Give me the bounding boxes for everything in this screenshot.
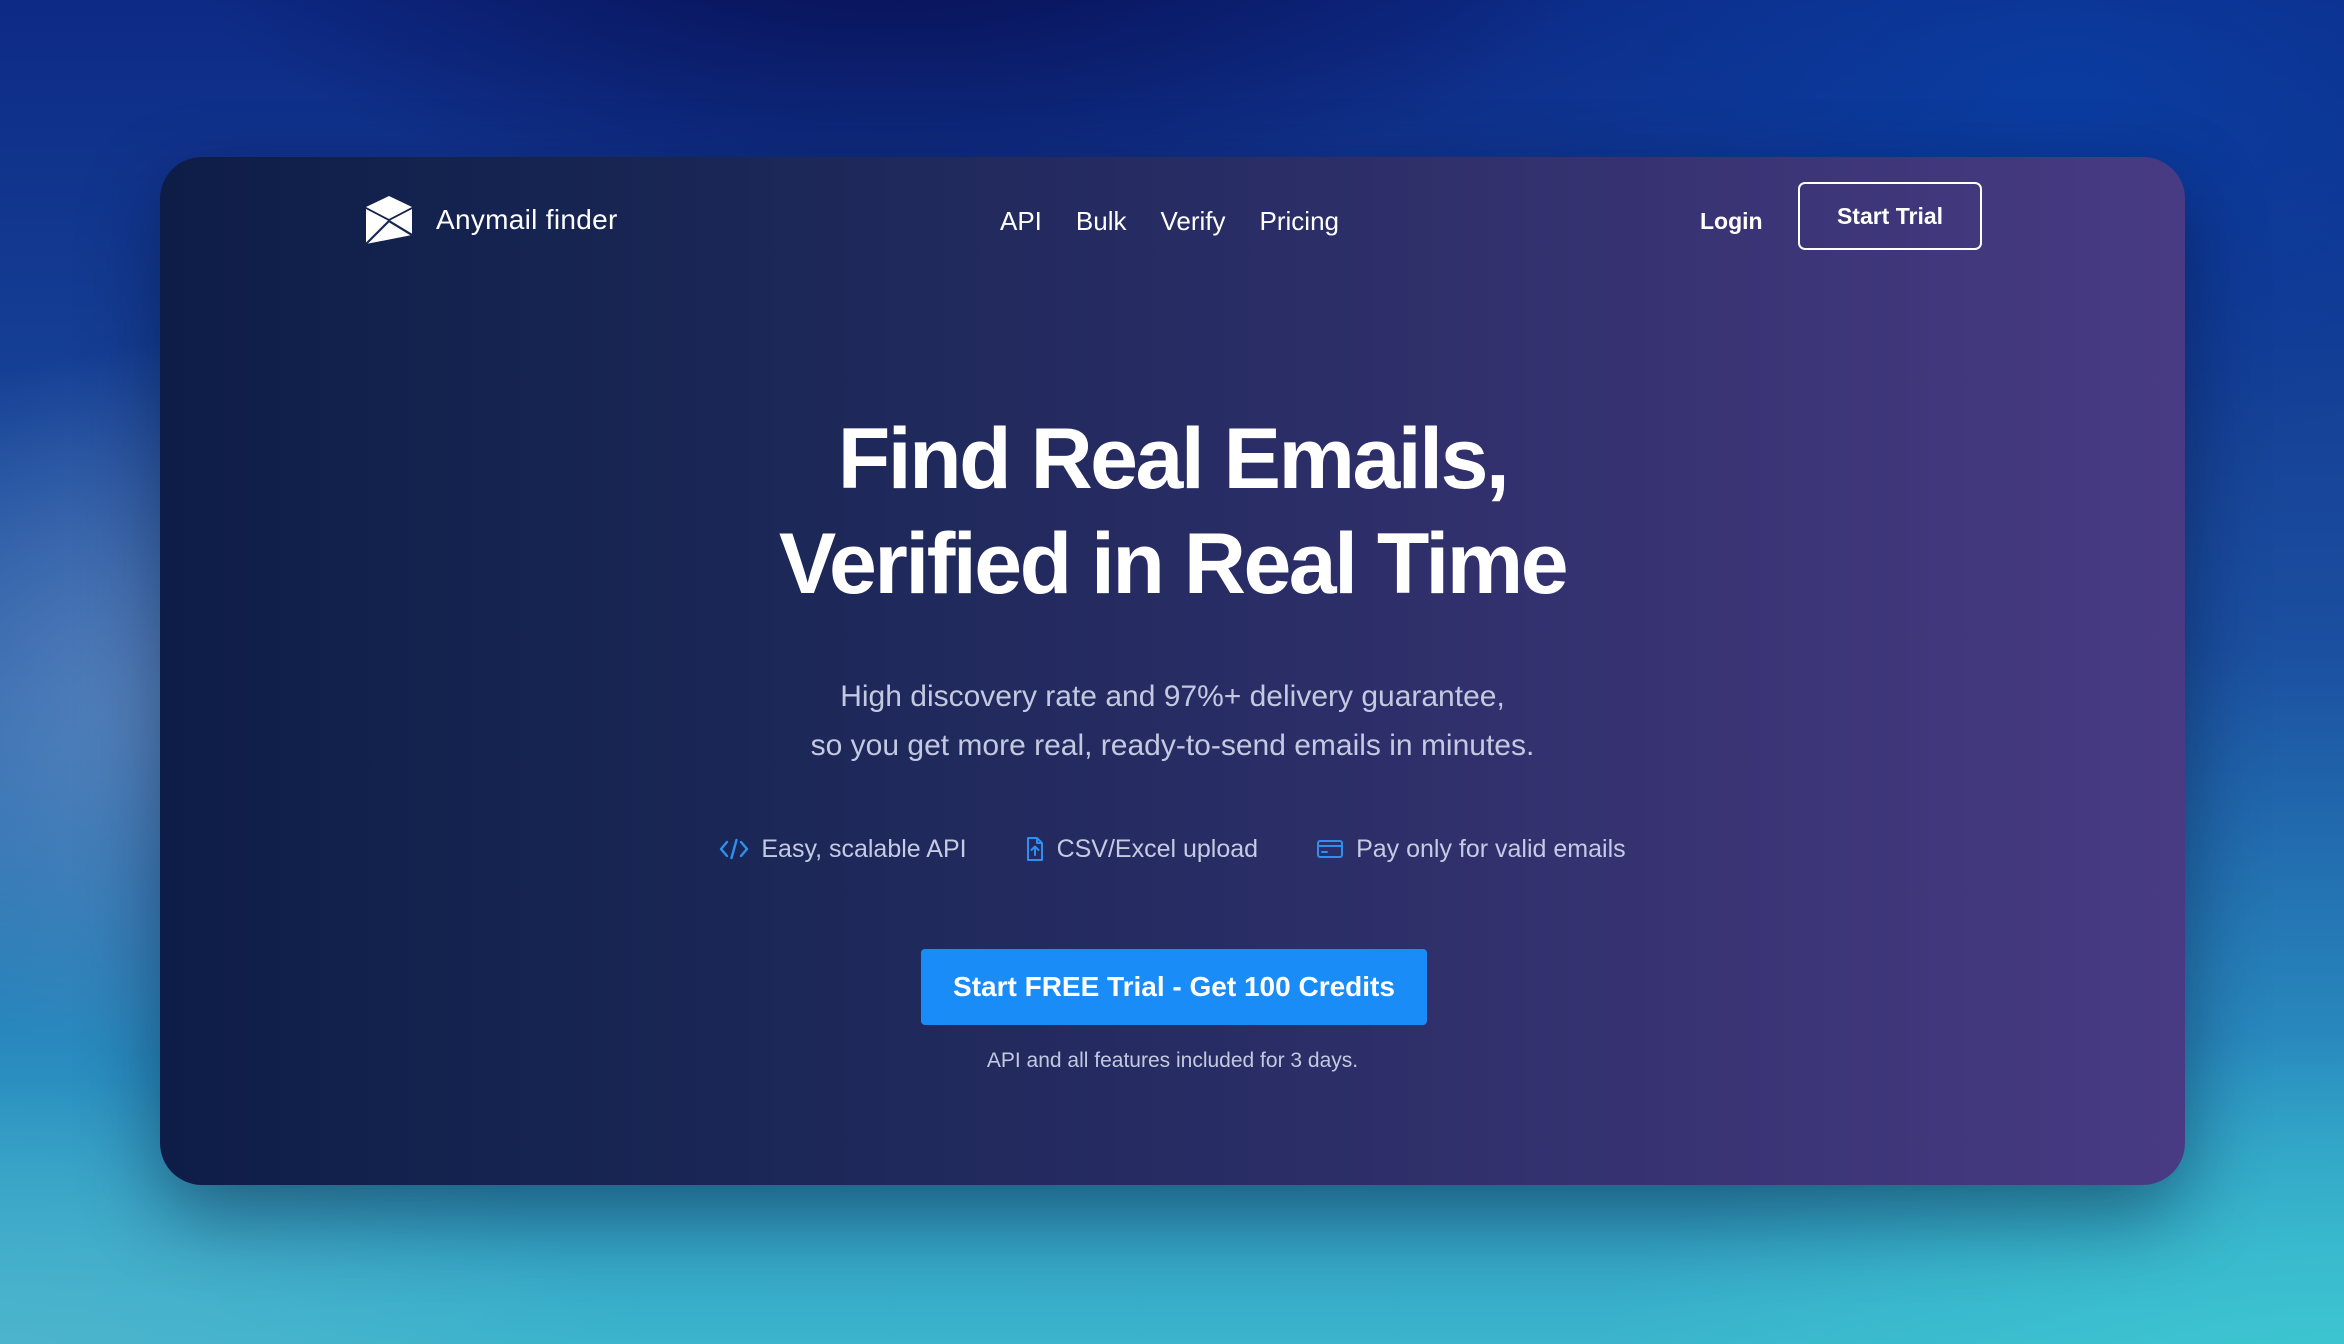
- credit-card-icon: [1317, 840, 1344, 858]
- feature-label-upload: CSV/Excel upload: [1056, 834, 1259, 863]
- nav-link-api[interactable]: API: [1000, 206, 1042, 237]
- file-upload-icon: [1026, 837, 1043, 861]
- main-nav: API Bulk Verify Pricing: [1000, 195, 1373, 247]
- nav-link-bulk[interactable]: Bulk: [1076, 206, 1127, 237]
- brand-name: Anymail finder: [436, 204, 618, 235]
- start-trial-button[interactable]: Start Trial: [1798, 182, 1982, 250]
- code-icon: [720, 838, 749, 860]
- hero-card: Anymail finder API Bulk Verify Pricing L…: [160, 157, 2185, 1185]
- headline-line-2: Verified in Real Time: [778, 516, 1569, 612]
- feature-label-api: Easy, scalable API: [761, 834, 967, 863]
- login-link[interactable]: Login: [1700, 195, 1763, 247]
- nav-link-verify[interactable]: Verify: [1161, 206, 1226, 237]
- cta-note: API and all features included for 3 days…: [986, 1049, 1359, 1072]
- feature-item-api: Easy, scalable API: [719, 834, 967, 864]
- envelope-logo-icon: [362, 193, 416, 247]
- start-free-trial-button[interactable]: Start FREE Trial - Get 100 Credits: [921, 949, 1427, 1025]
- subheadline-line-1: High discovery rate and 97%+ delivery gu…: [840, 680, 1505, 713]
- feature-item-pricing: Pay only for valid emails: [1316, 835, 1626, 864]
- feature-label-pricing: Pay only for valid emails: [1356, 834, 1626, 863]
- subheadline-line-2: so you get more real, ready-to-send emai…: [810, 729, 1535, 762]
- nav-link-pricing[interactable]: Pricing: [1260, 206, 1339, 237]
- headline-line-1: Find Real Emails,: [837, 411, 1510, 507]
- feature-item-upload: CSV/Excel upload: [1025, 834, 1259, 864]
- feature-list: Easy, scalable API CSV/Excel upload Pay …: [160, 827, 2185, 871]
- brand-logo[interactable]: Anymail finder: [362, 191, 618, 249]
